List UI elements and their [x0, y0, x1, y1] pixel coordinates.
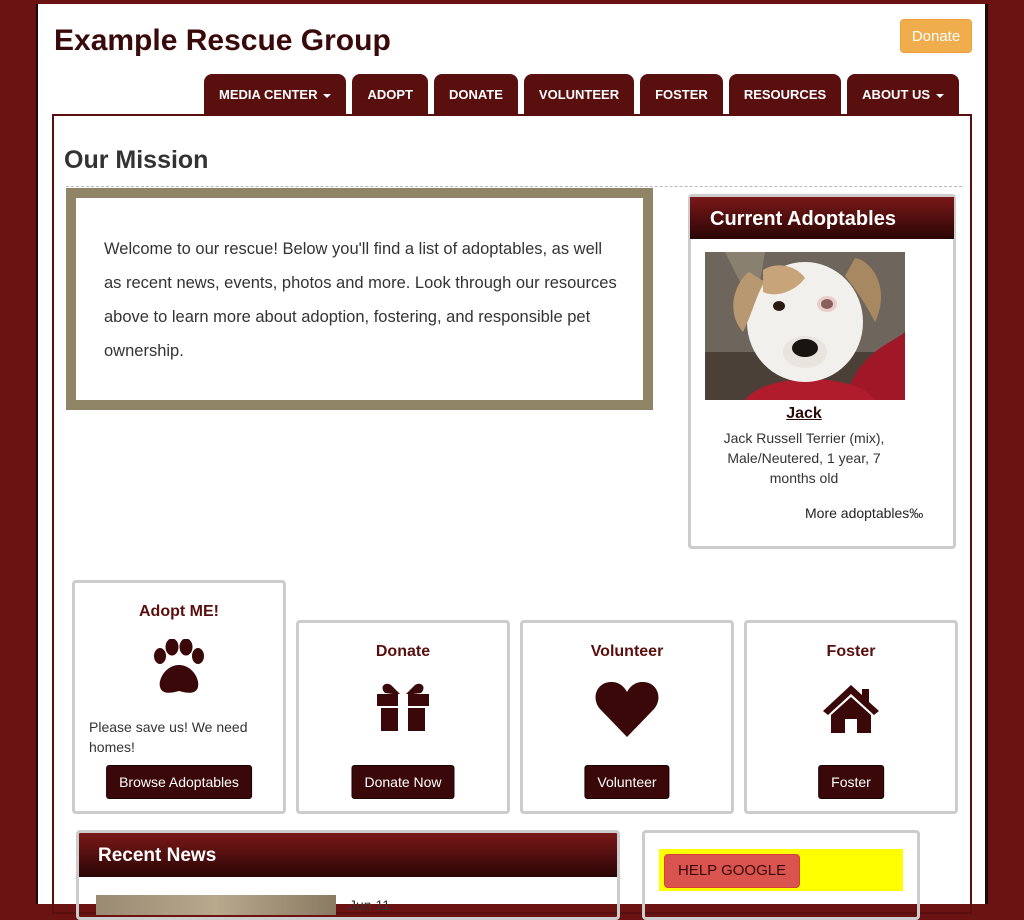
- news-header: Recent News: [79, 833, 617, 877]
- foster-card: Foster Foster: [744, 620, 958, 814]
- gift-icon: [377, 683, 429, 731]
- donate-button[interactable]: Donate: [900, 19, 972, 53]
- volunteer-button[interactable]: Volunteer: [584, 765, 670, 799]
- more-adoptables-link[interactable]: More adoptables‰: [805, 505, 923, 521]
- divider: [66, 186, 962, 187]
- home-icon: [823, 685, 879, 733]
- browse-adoptables-button[interactable]: Browse Adoptables: [106, 765, 252, 799]
- nav-label: MEDIA CENTER: [219, 87, 318, 102]
- caret-down-icon: [936, 94, 945, 98]
- card-title: Foster: [826, 643, 876, 660]
- nav-foster[interactable]: FOSTER: [640, 74, 723, 116]
- heart-icon: [595, 681, 659, 737]
- paw-icon: [154, 639, 204, 693]
- caret-down-icon: [323, 94, 332, 98]
- donate-card: Donate Donate Now: [296, 620, 510, 814]
- main-nav: MEDIA CENTER ADOPT DONATE VOLUNTEER FOST…: [204, 74, 960, 116]
- nav-label: DONATE: [448, 87, 503, 102]
- help-panel: HELP GOOGLE: [642, 830, 920, 920]
- current-adoptables-panel: Current Adoptables Jack Jack Russell Ter…: [688, 194, 956, 549]
- mission-title: Our Mission: [64, 146, 209, 174]
- nav-volunteer[interactable]: VOLUNTEER: [523, 74, 635, 116]
- nav-label: ADOPT: [367, 87, 413, 102]
- adoptables-header: Current Adoptables: [690, 197, 954, 239]
- nav-label: ABOUT US: [862, 87, 931, 102]
- nav-label: RESOURCES: [743, 87, 827, 102]
- nav-donate[interactable]: DONATE: [433, 74, 518, 116]
- nav-label: VOLUNTEER: [538, 87, 620, 102]
- pet-name-link[interactable]: Jack: [691, 405, 917, 423]
- help-google-button[interactable]: HELP GOOGLE: [664, 854, 801, 888]
- card-title: Donate: [375, 643, 431, 660]
- recent-news-panel: Recent News Jun 11: [76, 830, 620, 920]
- nav-resources[interactable]: RESOURCES: [728, 74, 842, 116]
- volunteer-card: Volunteer Volunteer: [520, 620, 734, 814]
- mission-text: Welcome to our rescue! Below you'll find…: [76, 198, 643, 400]
- site-title: Example Rescue Group: [54, 24, 391, 57]
- news-thumbnail[interactable]: [96, 895, 336, 915]
- news-date: Jun 11: [349, 897, 390, 913]
- nav-label: FOSTER: [655, 87, 708, 102]
- pet-photo[interactable]: [705, 252, 905, 400]
- help-banner: HELP GOOGLE: [659, 849, 903, 891]
- nav-about-us[interactable]: ABOUT US: [847, 74, 960, 116]
- card-title: Adopt ME!: [139, 603, 219, 620]
- nav-media-center[interactable]: MEDIA CENTER: [204, 74, 347, 116]
- nav-adopt[interactable]: ADOPT: [352, 74, 428, 116]
- pet-description: Jack Russell Terrier (mix), Male/Neutere…: [723, 430, 885, 486]
- adopt-card: Adopt ME! Please save us! We need homes!…: [72, 580, 286, 814]
- donate-now-button[interactable]: Donate Now: [351, 765, 455, 799]
- card-title: Volunteer: [590, 643, 664, 660]
- page-container: Example Rescue Group Donate MEDIA CENTER…: [36, 4, 988, 920]
- card-text: Please save us! We need homes!: [89, 719, 248, 755]
- foster-button[interactable]: Foster: [818, 765, 884, 799]
- mission-box: Welcome to our rescue! Below you'll find…: [66, 188, 653, 410]
